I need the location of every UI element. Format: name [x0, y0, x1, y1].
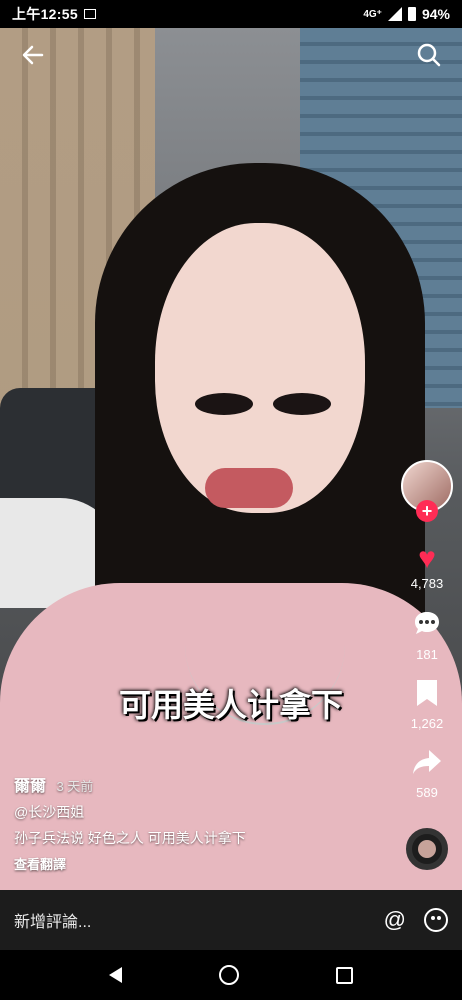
like-count: 4,783: [410, 576, 444, 591]
emoji-icon: [424, 908, 448, 932]
share-count: 589: [416, 785, 438, 800]
author-name[interactable]: 爾爾: [14, 778, 46, 795]
back-arrow-icon[interactable]: [20, 42, 46, 75]
share-arrow-icon: [411, 747, 443, 785]
mention-icon[interactable]: @: [384, 907, 406, 933]
comment-input[interactable]: 新增評論...: [14, 908, 366, 932]
battery-icon: [407, 7, 416, 21]
nav-back-icon[interactable]: [108, 967, 122, 983]
emoji-button[interactable]: [424, 908, 448, 932]
comment-icon: [411, 607, 443, 647]
caption-text: 孙子兵法说 好色之人 可用美人计拿下: [14, 830, 246, 846]
comment-button[interactable]: 181: [411, 607, 443, 662]
action-rail: + ♥ 4,783 181 1,262 589: [400, 460, 454, 870]
signal-icon: [387, 7, 402, 21]
video-caption: 爾爾 3 天前 @长沙西姐 孙子兵法说 好色之人 可用美人计拿下 查看翻譯: [14, 772, 334, 873]
comment-bar[interactable]: 新增評論... @: [0, 890, 462, 950]
follow-plus-icon[interactable]: +: [416, 500, 438, 522]
creator-avatar[interactable]: +: [401, 460, 453, 522]
android-nav-bar: [0, 950, 462, 1000]
search-icon[interactable]: [416, 42, 442, 75]
right-eye: [273, 393, 331, 415]
like-button[interactable]: ♥ 4,783: [411, 542, 444, 591]
lips: [205, 468, 293, 508]
comment-count: 181: [416, 647, 438, 662]
share-button[interactable]: 589: [411, 747, 443, 800]
left-eye: [195, 393, 253, 415]
mention-tag[interactable]: @长沙西姐: [14, 802, 334, 822]
network-type: 4G⁺: [363, 8, 382, 20]
music-disc-icon[interactable]: [406, 828, 448, 870]
save-button[interactable]: 1,262: [410, 678, 444, 731]
post-time: 3 天前: [56, 779, 94, 794]
see-translation-link[interactable]: 查看翻譯: [14, 854, 334, 873]
battery-percent: 94%: [421, 6, 450, 22]
nav-recents-icon[interactable]: [336, 966, 354, 984]
nav-home-icon[interactable]: [218, 965, 239, 985]
status-bar: 上午12:55 4G⁺ 94%: [0, 0, 462, 28]
bookmark-icon: [414, 678, 440, 716]
image-notification-icon: [83, 9, 96, 19]
music-disc-cover: [418, 840, 436, 858]
video-subtitle: 可用美人计拿下: [118, 687, 343, 723]
video-player[interactable]: [0, 28, 462, 890]
status-time: 上午12:55: [12, 6, 78, 22]
save-count: 1,262: [410, 716, 444, 731]
heart-icon: ♥: [418, 542, 436, 575]
